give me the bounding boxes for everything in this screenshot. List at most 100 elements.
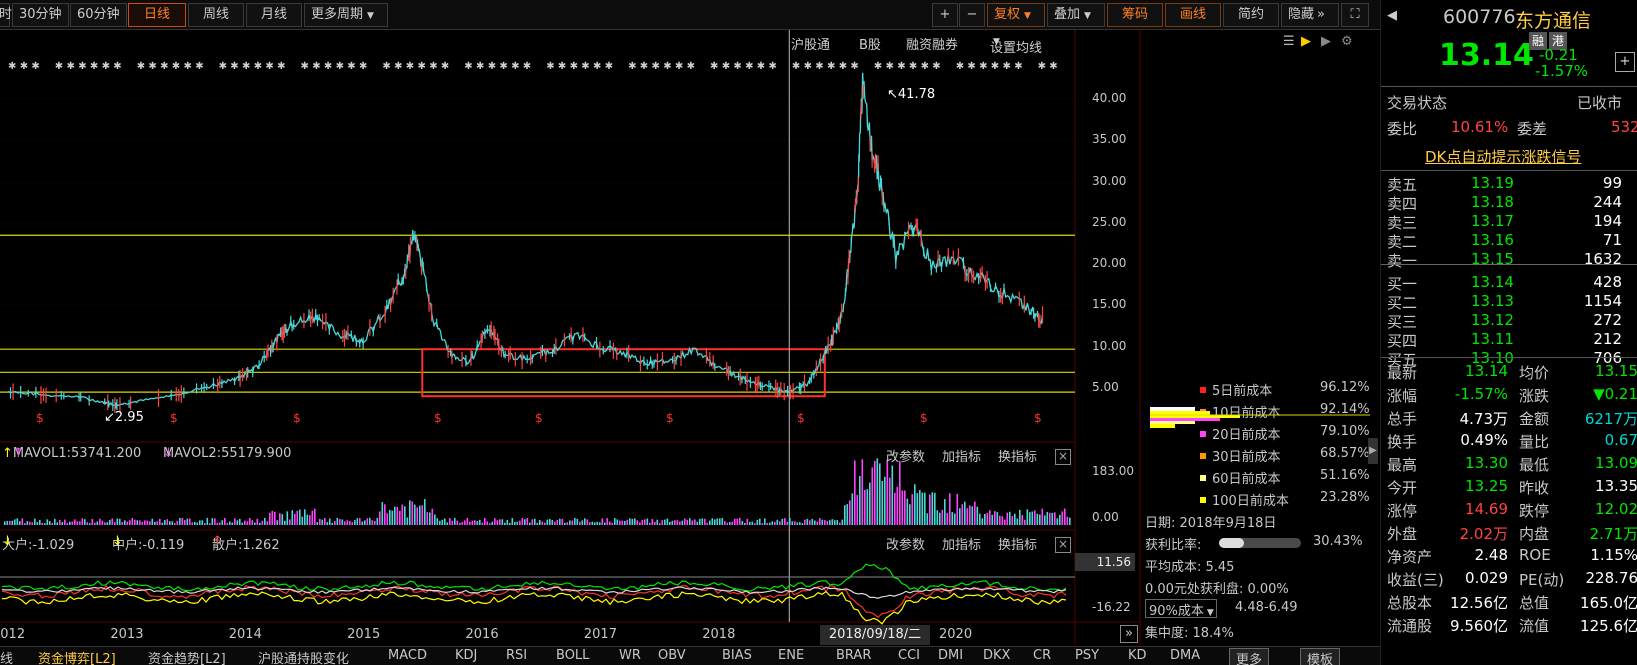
volume-bar	[596, 521, 599, 525]
adjust-rights-dropdown[interactable]: 复权 ▼	[987, 3, 1045, 27]
bid-row[interactable]: 买二 13.13 1154	[1387, 292, 1637, 312]
period-weekly[interactable]: 周线	[188, 3, 244, 27]
volume-bar	[354, 520, 356, 525]
volume-bar	[789, 517, 791, 525]
indicator-tab[interactable]: OBV	[658, 648, 686, 663]
event-marker: ✱	[67, 61, 75, 72]
volume-bar	[746, 518, 749, 525]
event-marker: ✱	[464, 61, 472, 72]
volume-bar	[899, 460, 901, 525]
change-params-button[interactable]: 改参数	[886, 446, 925, 465]
switch-indicator-button[interactable]: 换指标	[998, 446, 1037, 465]
volume-bar	[844, 505, 846, 525]
event-marker: ✱	[581, 61, 589, 72]
stat-label: 总值	[1519, 594, 1550, 612]
add-watchlist-icon[interactable]: +	[1615, 52, 1635, 72]
divider	[1381, 264, 1637, 265]
volume-bar	[536, 522, 539, 525]
period-daily[interactable]: 日线	[128, 3, 186, 27]
volume-bar	[324, 517, 326, 525]
indicator-tab[interactable]: ENE	[778, 648, 804, 663]
weicha-value: 532	[1611, 118, 1637, 136]
ask-row[interactable]: 卖二 13.16 71	[1387, 231, 1637, 251]
close-icon[interactable]: ×	[1055, 537, 1071, 553]
stat-row: 今开 13.25 昨收 13.35	[1387, 477, 1637, 499]
bid-row[interactable]: 买三 13.12 272	[1387, 311, 1637, 331]
indicator-tab[interactable]: DMI	[938, 648, 963, 663]
indicator-tab[interactable]: 模板	[1300, 648, 1341, 665]
close-icon[interactable]: ×	[1055, 449, 1071, 465]
overlay-dropdown[interactable]: 叠加 ▼	[1047, 3, 1105, 27]
ask-row[interactable]: 卖五 13.19 99	[1387, 174, 1637, 194]
indicator-tab[interactable]: MACD	[388, 648, 427, 663]
volume-bar	[989, 510, 991, 525]
more-periods-dropdown[interactable]: 更多周期 ▼	[304, 3, 388, 27]
add-indicator-button[interactable]: 加指标	[942, 534, 981, 553]
volume-bar	[1054, 512, 1056, 525]
fullscreen-icon[interactable]: ⛶	[1341, 3, 1369, 27]
crosshair-date: 2018/09/18/二	[820, 625, 930, 645]
period-30min[interactable]: 30分钟	[12, 3, 69, 27]
indicator-tab[interactable]: RSI	[506, 648, 527, 663]
scroll-right-icon[interactable]: »	[1120, 625, 1138, 643]
event-marker: ✱	[78, 61, 86, 72]
dk-signal-link[interactable]: DK点自动提示涨跌信号	[1425, 146, 1581, 167]
indicator-tab[interactable]: 资金博弈[L2]	[38, 648, 116, 665]
add-indicator-button[interactable]: 加指标	[942, 446, 981, 465]
period-monthly[interactable]: 月线	[246, 3, 302, 27]
divider	[1381, 170, 1637, 171]
volume-bar	[476, 521, 479, 525]
ask-row[interactable]: 卖三 13.17 194	[1387, 212, 1637, 232]
volume-bar	[419, 505, 421, 525]
period-hour[interactable]: 时	[0, 3, 12, 27]
volume-bar	[1016, 518, 1019, 525]
zoom-out-button[interactable]: −	[959, 3, 985, 27]
volume-bar	[574, 517, 576, 525]
event-marker: ✱	[265, 61, 273, 72]
bid-row[interactable]: 买四 13.11 212	[1387, 330, 1637, 350]
volume-bar	[176, 520, 179, 525]
hide-button[interactable]: 隐藏»	[1281, 3, 1339, 27]
ask-row[interactable]: 卖一 13.15 1632	[1387, 250, 1637, 270]
volume-bar	[149, 521, 151, 525]
change-params-button[interactable]: 改参数	[886, 534, 925, 553]
collapse-handle-icon[interactable]: ▶	[1368, 438, 1378, 464]
stat-label: 量比	[1519, 433, 1550, 451]
indicator-tab[interactable]: DMA	[1170, 648, 1200, 663]
event-marker: ✱	[909, 61, 917, 72]
cost-range-select[interactable]: 90%成本 ▼	[1145, 599, 1217, 619]
stat-value: 6217万	[1584, 410, 1637, 428]
period-60min[interactable]: 60分钟	[70, 3, 127, 27]
chips-button[interactable]: 筹码	[1107, 3, 1163, 27]
prev-stock-icon[interactable]: ◀	[1387, 8, 1397, 23]
volume-bar	[904, 490, 906, 525]
level-price: 13.14	[1471, 273, 1514, 291]
level-volume: 1154	[1583, 292, 1622, 310]
indicator-tab[interactable]: CR	[1033, 648, 1051, 663]
volume-bar	[396, 506, 399, 525]
indicator-tab[interactable]: 资金趋势[L2]	[148, 648, 226, 665]
indicator-tab[interactable]: BIAS	[722, 648, 752, 663]
indicator-tab[interactable]: CCI	[898, 648, 920, 663]
overlay-label: 叠加	[1054, 7, 1081, 22]
zoom-in-button[interactable]: +	[932, 3, 958, 27]
indicator-tab[interactable]: BOLL	[556, 648, 589, 663]
draw-line-button[interactable]: 画线	[1165, 3, 1221, 27]
indicator-tab[interactable]: 沪股通持股变化	[258, 648, 349, 665]
indicator-tab[interactable]: WR	[619, 648, 641, 663]
indicator-tab[interactable]: 更多	[1229, 648, 1270, 665]
indicator-tab[interactable]: BRAR	[836, 648, 871, 663]
bid-row[interactable]: 买一 13.14 428	[1387, 273, 1637, 293]
indicator-tab[interactable]: DKX	[983, 648, 1010, 663]
switch-indicator-button[interactable]: 换指标	[998, 534, 1037, 553]
stat-label: 涨停	[1387, 502, 1418, 520]
indicator-tab[interactable]: PSY	[1075, 648, 1099, 663]
volume-bar	[774, 521, 776, 525]
indicator-tab[interactable]: 线	[0, 648, 13, 665]
simple-mode-button[interactable]: 简约	[1223, 3, 1279, 27]
volume-bar	[1066, 516, 1069, 525]
ask-row[interactable]: 卖四 13.18 244	[1387, 193, 1637, 213]
indicator-tab[interactable]: KD	[1128, 648, 1147, 663]
price-tick: 35.00	[1092, 132, 1127, 147]
indicator-tab[interactable]: KDJ	[455, 648, 477, 663]
